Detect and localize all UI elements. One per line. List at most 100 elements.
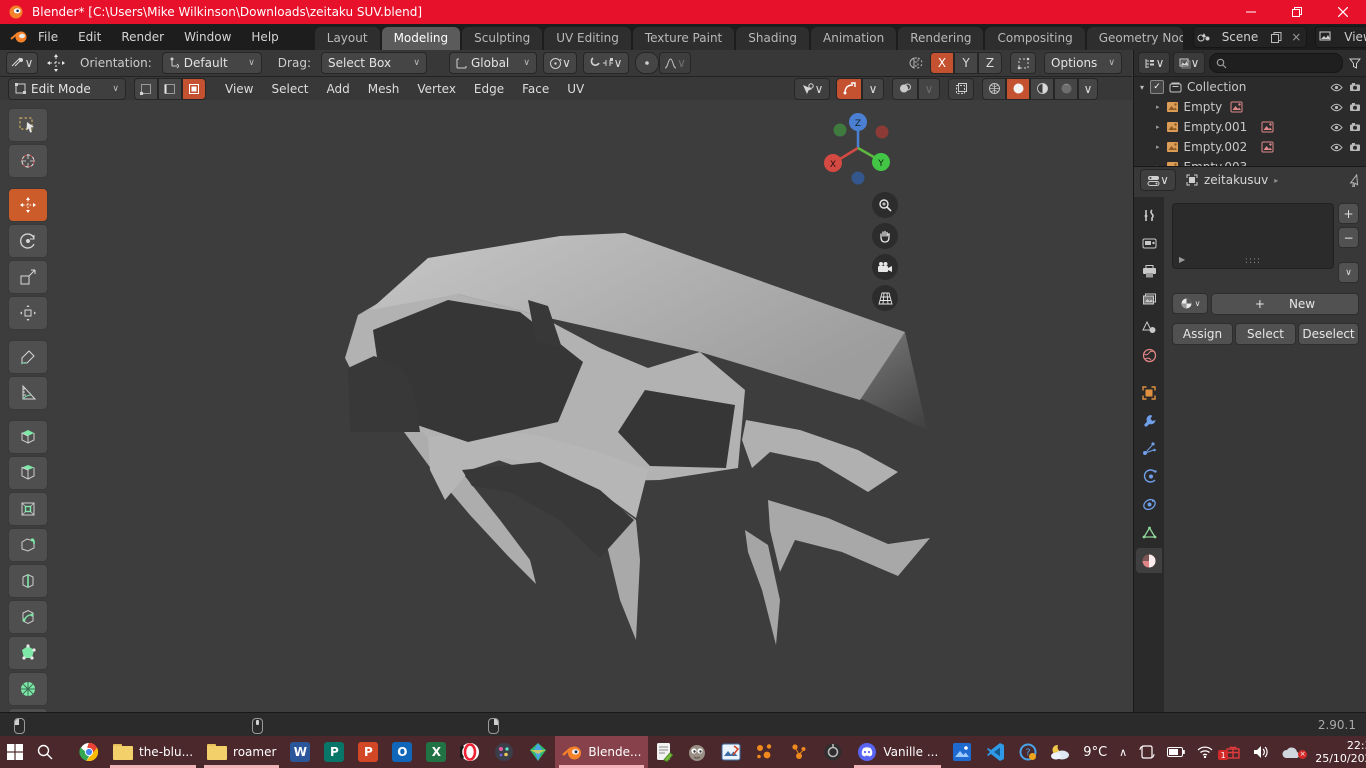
chrome-taskbar-icon[interactable]	[72, 736, 106, 768]
menu-file[interactable]: File	[28, 24, 68, 50]
viewport-canvas[interactable]: Z X Y	[0, 100, 1132, 712]
weather-tray-icon[interactable]	[1043, 743, 1077, 761]
outliner-row-empty-001[interactable]: ▸ Empty.001	[1134, 117, 1366, 137]
outliner-row-collection[interactable]: ▾ ✓ Collection	[1134, 77, 1366, 97]
xray-toggle[interactable]	[948, 78, 974, 100]
disable-render-camera-icon[interactable]	[1349, 102, 1361, 112]
image-data-badge-icon[interactable]	[1261, 121, 1274, 133]
outliner-item-label[interactable]: Empty	[1184, 100, 1223, 114]
image-data-badge-icon[interactable]	[1261, 141, 1274, 153]
outliner-item-label[interactable]: Collection	[1187, 80, 1246, 94]
material-slot-list[interactable]: ▶ ::::	[1172, 203, 1334, 269]
krita-taskbar-icon[interactable]	[487, 736, 521, 768]
tool-extrude-region[interactable]	[8, 456, 48, 490]
image-data-badge-icon[interactable]	[1230, 101, 1243, 113]
explorer-window-2[interactable]: roamer	[200, 736, 283, 768]
mirror-x-button[interactable]: X	[930, 52, 954, 74]
blender-menu-logo-icon[interactable]	[10, 30, 28, 44]
show-gizmo-toggle[interactable]	[836, 78, 862, 100]
options-dropdown[interactable]: Options ∨	[1044, 52, 1122, 74]
tool-move[interactable]	[8, 188, 48, 222]
mode-dropdown[interactable]: Edit Mode ∨	[8, 78, 126, 100]
scene-browse-icon[interactable]	[1194, 27, 1214, 47]
tab-shading[interactable]: Shading	[736, 27, 809, 50]
tab-texture-paint[interactable]: Texture Paint	[633, 27, 734, 50]
tab-rendering[interactable]: Rendering	[898, 27, 983, 50]
outliner-filter-icon[interactable]	[1347, 58, 1363, 69]
blender-taskbar-button[interactable]: Blende...	[555, 736, 648, 768]
molecule-app-1-taskbar-icon[interactable]	[748, 736, 782, 768]
tab-layout[interactable]: Layout	[315, 27, 380, 50]
opera-taskbar-icon[interactable]	[453, 736, 487, 768]
deselect-button[interactable]: Deselect	[1298, 323, 1359, 345]
gimp-taskbar-icon[interactable]	[680, 736, 714, 768]
snap-target-icon[interactable]	[1010, 52, 1036, 74]
breadcrumb-object-name[interactable]: zeitakusuv	[1204, 173, 1268, 187]
snapping-dropdown[interactable]: ∨	[583, 52, 629, 74]
transform-orientation-dropdown[interactable]: Global ∨	[449, 52, 537, 74]
hide-eye-icon[interactable]	[1330, 123, 1343, 132]
mirror-y-button[interactable]: Y	[954, 52, 978, 74]
tab-object-properties[interactable]	[1136, 380, 1162, 405]
tool-cursor[interactable]	[8, 144, 48, 178]
pivot-point-dropdown[interactable]: ∨	[543, 52, 577, 74]
tab-material-properties[interactable]	[1136, 548, 1162, 573]
outliner-row-empty-003-clipped[interactable]: ▸ Empty.003	[1134, 157, 1366, 166]
new-material-button[interactable]: + New	[1211, 293, 1359, 315]
pan-view-button[interactable]	[872, 223, 898, 249]
menu-edit[interactable]: Edit	[68, 24, 111, 50]
remove-material-slot-button[interactable]: −	[1338, 227, 1359, 248]
tab-constraint-properties[interactable]	[1136, 492, 1162, 517]
toggle-perspective-button[interactable]	[872, 285, 898, 311]
move-gizmo-icon[interactable]	[46, 53, 66, 73]
disable-render-camera-icon[interactable]	[1349, 82, 1361, 92]
discord-taskbar-button[interactable]: Vanille ...	[850, 736, 945, 768]
tool-spin[interactable]	[8, 672, 48, 706]
suv-model[interactable]	[0, 100, 1132, 712]
battery-tray-icon[interactable]	[1161, 747, 1191, 757]
menu-render[interactable]: Render	[111, 24, 174, 50]
menu-window[interactable]: Window	[174, 24, 241, 50]
menu-help[interactable]: Help	[241, 24, 288, 50]
item-disclosure-icon[interactable]: ▸	[1156, 103, 1160, 111]
tab-scene-properties[interactable]	[1136, 315, 1162, 340]
overlays-dropdown[interactable]: ∨	[918, 78, 940, 100]
photos-taskbar-icon[interactable]	[945, 736, 979, 768]
show-overlays-toggle[interactable]	[892, 78, 918, 100]
tab-modeling[interactable]: Modeling	[382, 27, 461, 50]
disable-render-camera-icon[interactable]	[1349, 122, 1361, 132]
start-button[interactable]	[0, 736, 30, 768]
restore-button[interactable]	[1274, 0, 1320, 24]
outliner-display-mode-dropdown[interactable]: ∨	[1138, 52, 1170, 74]
material-preview-shading-button[interactable]	[1030, 78, 1054, 100]
excel-taskbar-icon[interactable]: X	[419, 736, 453, 768]
volume-tray-icon[interactable]	[1247, 745, 1275, 759]
face-select-mode[interactable]	[182, 78, 206, 100]
solid-shading-button[interactable]	[1006, 78, 1030, 100]
outliner-search-input[interactable]	[1227, 56, 1291, 70]
vp-menu-vertex[interactable]: Vertex	[408, 82, 465, 96]
gift-notification-tray-icon[interactable]: 1	[1219, 744, 1247, 760]
slot-list-expand-icon[interactable]: ▶	[1179, 255, 1185, 264]
outlook-taskbar-icon[interactable]: O	[385, 736, 419, 768]
vscode-taskbar-icon[interactable]	[979, 736, 1013, 768]
rendered-shading-button[interactable]	[1054, 78, 1078, 100]
outliner-filter-mode-dropdown[interactable]: ∨	[1173, 52, 1205, 74]
tool-rotate[interactable]	[8, 224, 48, 258]
vp-menu-face[interactable]: Face	[513, 82, 558, 96]
assign-button[interactable]: Assign	[1172, 323, 1233, 345]
tab-physics-properties[interactable]	[1136, 464, 1162, 489]
vp-menu-select[interactable]: Select	[262, 82, 317, 96]
tab-modifier-properties[interactable]	[1136, 408, 1162, 433]
pin-icon[interactable]	[1349, 174, 1361, 187]
disable-render-camera-icon[interactable]	[1349, 142, 1361, 152]
edge-select-mode[interactable]	[158, 78, 182, 100]
object-visibility-dropdown[interactable]: ∨	[794, 78, 830, 100]
slot-list-grip[interactable]: ::::	[1245, 256, 1261, 266]
item-disclosure-icon[interactable]: ▸	[1156, 143, 1160, 151]
tab-uv-editing[interactable]: UV Editing	[544, 27, 631, 50]
notepad-taskbar-icon[interactable]	[648, 736, 680, 768]
collection-disclosure-icon[interactable]: ▾	[1140, 83, 1144, 92]
tool-add-cube[interactable]	[8, 420, 48, 454]
hide-eye-icon[interactable]	[1330, 103, 1343, 112]
